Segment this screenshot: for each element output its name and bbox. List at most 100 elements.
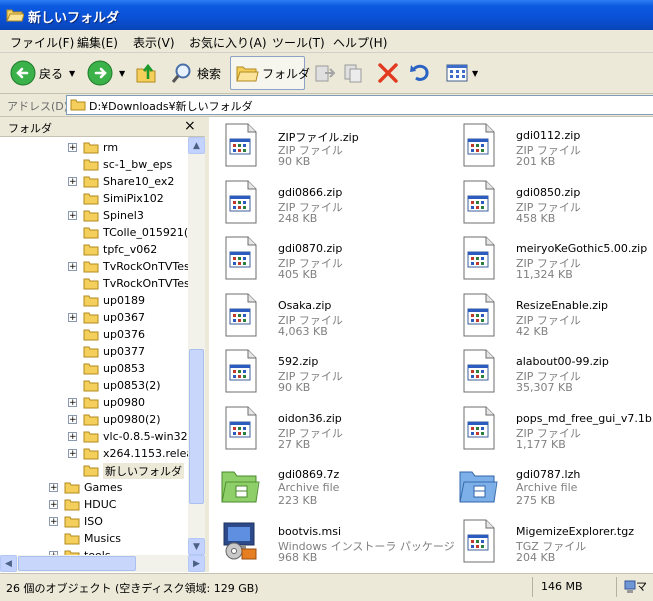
file-size: 458 KB [516, 211, 556, 225]
tree-vertical-scrollbar[interactable]: ▲ ▼ [188, 137, 205, 555]
tree-item[interactable]: +tools [49, 547, 111, 555]
file-item[interactable]: pops_md_free_gui_v7.1b.zipZIP ファイル1,177 … [458, 406, 653, 458]
scroll-thumb[interactable] [189, 349, 204, 504]
status-divider [616, 577, 617, 597]
file-item[interactable]: gdi0866.zip ZIP ファイル 248 KB [220, 180, 440, 232]
file-name: 592.zip [278, 355, 319, 368]
title-bar[interactable]: 新しいフォルダ [0, 0, 653, 30]
copy-to-button[interactable] [343, 57, 367, 89]
forward-dropdown-icon[interactable]: ▼ [119, 69, 125, 78]
tree-item[interactable]: up0853 [68, 360, 145, 377]
expand-toggle[interactable]: + [68, 262, 77, 272]
file-name: gdi0866.zip [278, 185, 343, 199]
undo-button[interactable] [408, 57, 432, 89]
expand-toggle[interactable]: + [68, 143, 77, 153]
expand-toggle[interactable]: + [68, 177, 77, 187]
tree-item[interactable]: TColle_015921(2 [68, 224, 188, 241]
tree-item[interactable]: tpfc_v062 [68, 241, 157, 258]
tree-item[interactable]: + TvRockOnTVTes [68, 258, 188, 275]
file-item[interactable]: gdi0112.zip ZIP ファイル 201 KB [458, 123, 653, 175]
tree-item[interactable]: 新しいフォルダ [68, 462, 184, 479]
search-button[interactable]: 検索 [170, 57, 221, 89]
expand-toggle[interactable]: + [68, 313, 77, 323]
scroll-right-button[interactable]: ▶ [188, 555, 205, 572]
expand-toggle[interactable]: + [49, 483, 58, 493]
folders-toggle[interactable]: フォルダ [235, 57, 310, 89]
tree-item[interactable]: + Share10_ex2 [68, 173, 174, 190]
up-folder-button[interactable] [135, 57, 159, 89]
tree-item[interactable]: up0377 [68, 343, 145, 360]
scroll-down-button[interactable]: ▼ [188, 538, 205, 555]
file-item[interactable]: oidon36.zip ZIP ファイル 27 KB [220, 406, 440, 458]
expand-toggle[interactable]: + [49, 517, 58, 527]
expand-toggle[interactable]: + [68, 211, 77, 221]
folder-icon [83, 312, 99, 324]
file-item[interactable]: Osaka.zip ZIP ファイル 4,063 KB [220, 293, 440, 345]
menu-edit[interactable]: 編集(E) [77, 34, 118, 51]
tree-item[interactable]: + vlc-0.8.5-win32 [68, 428, 188, 445]
back-dropdown-icon[interactable]: ▼ [69, 69, 75, 78]
expand-toggle[interactable]: + [68, 415, 77, 425]
views-dropdown-icon[interactable]: ▼ [472, 69, 478, 78]
menu-tools[interactable]: ツール(T) [272, 34, 325, 51]
views-button[interactable]: ▼ [445, 57, 478, 89]
tree-item-label: up0980(2) [103, 413, 161, 426]
tree-item-label: Musics [84, 532, 122, 545]
file-type: Archive file [516, 481, 578, 494]
back-button[interactable]: 戻る ▼ [10, 57, 75, 89]
folder-icon [83, 363, 99, 375]
file-item[interactable]: gdi0850.zip ZIP ファイル 458 KB [458, 180, 653, 232]
hscroll-thumb[interactable] [18, 556, 136, 571]
file-item[interactable]: ResizeEnable.zip ZIP ファイル 42 KB [458, 293, 653, 345]
tree-item[interactable]: up0189 [68, 292, 145, 309]
window-title: 新しいフォルダ [28, 11, 120, 26]
address-input[interactable]: D:¥Downloads¥新しいフォルダ [66, 95, 653, 115]
file-type: Archive file [278, 481, 340, 494]
tree-item[interactable]: SimiPix102 [68, 190, 164, 207]
file-item[interactable]: MigemizeExplorer.tgz TGZ ファイル 204 KB [458, 519, 653, 571]
menu-favorites[interactable]: お気に入り(A) [189, 34, 267, 51]
file-size: 4,063 KB [278, 324, 328, 338]
tree-item[interactable]: + Games [49, 479, 122, 496]
close-icon[interactable]: × [184, 118, 196, 134]
tree-item[interactable]: up0376 [68, 326, 145, 343]
tree-item[interactable]: up0853(2) [68, 377, 161, 394]
scroll-up-button[interactable]: ▲ [188, 137, 205, 154]
tree-item[interactable]: + up0980(2) [68, 411, 161, 428]
tree-item[interactable]: + x264.1153.releas [68, 445, 188, 462]
menu-file[interactable]: ファイル(F) [10, 34, 74, 51]
menu-help[interactable]: ヘルプ(H) [333, 34, 387, 51]
status-object-count: 26 個のオブジェクト (空きディスク領域: 129 GB) [6, 582, 259, 595]
tree-item[interactable]: + Spinel3 [68, 207, 144, 224]
file-item[interactable]: gdi0870.zip ZIP ファイル 405 KB [220, 236, 440, 288]
tree-item[interactable]: + ISO [49, 513, 103, 530]
tree-item[interactable]: Musics [49, 530, 121, 547]
expand-toggle[interactable]: + [68, 432, 77, 442]
expand-toggle[interactable]: + [68, 398, 77, 408]
forward-button[interactable]: ▼ [87, 57, 125, 89]
file-item[interactable]: gdi0869.7z Archive file 223 KB [220, 462, 440, 514]
tree-item[interactable]: + up0367 [68, 309, 145, 326]
scroll-left-button[interactable]: ◀ [0, 555, 17, 572]
file-item[interactable]: alabout00-99.zip ZIP ファイル 35,307 KB [458, 349, 653, 401]
file-item[interactable]: gdi0787.lzh Archive file 275 KB [458, 462, 653, 514]
tree-item[interactable]: + up0980 [68, 394, 145, 411]
move-to-button[interactable] [313, 57, 337, 89]
file-item[interactable]: 592.zip ZIP ファイル 90 KB [220, 349, 440, 401]
file-item[interactable]: ZIPファイル.zip ZIP ファイル 90 KB [220, 123, 440, 175]
expand-toggle[interactable]: + [49, 500, 58, 510]
tree-item[interactable]: + rm [68, 139, 118, 156]
file-item[interactable]: meiryoKeGothic5.00.zip ZIP ファイル 11,324 KB [458, 236, 653, 288]
menu-view[interactable]: 表示(V) [133, 34, 175, 51]
copy-to-icon [344, 64, 362, 83]
tree-item[interactable]: TvRockOnTVTes [68, 275, 188, 292]
tree-horizontal-scrollbar[interactable]: ◀ ▶ [0, 555, 205, 572]
tree-item[interactable]: sc-1_bw_eps [68, 156, 172, 173]
zip-file-icon [222, 123, 258, 170]
tree-item-label: up0376 [103, 328, 145, 341]
folder-tree[interactable]: + rm sc-1_bw_eps + Share10_ex2 SimiPix102 + Spi… [0, 137, 188, 555]
delete-button[interactable] [376, 57, 400, 89]
file-item[interactable]: bootvis.msi Windows インストーラ パッケージ 968 KB [220, 519, 455, 571]
tree-item[interactable]: + HDUC [49, 496, 116, 513]
expand-toggle[interactable]: + [68, 449, 77, 459]
